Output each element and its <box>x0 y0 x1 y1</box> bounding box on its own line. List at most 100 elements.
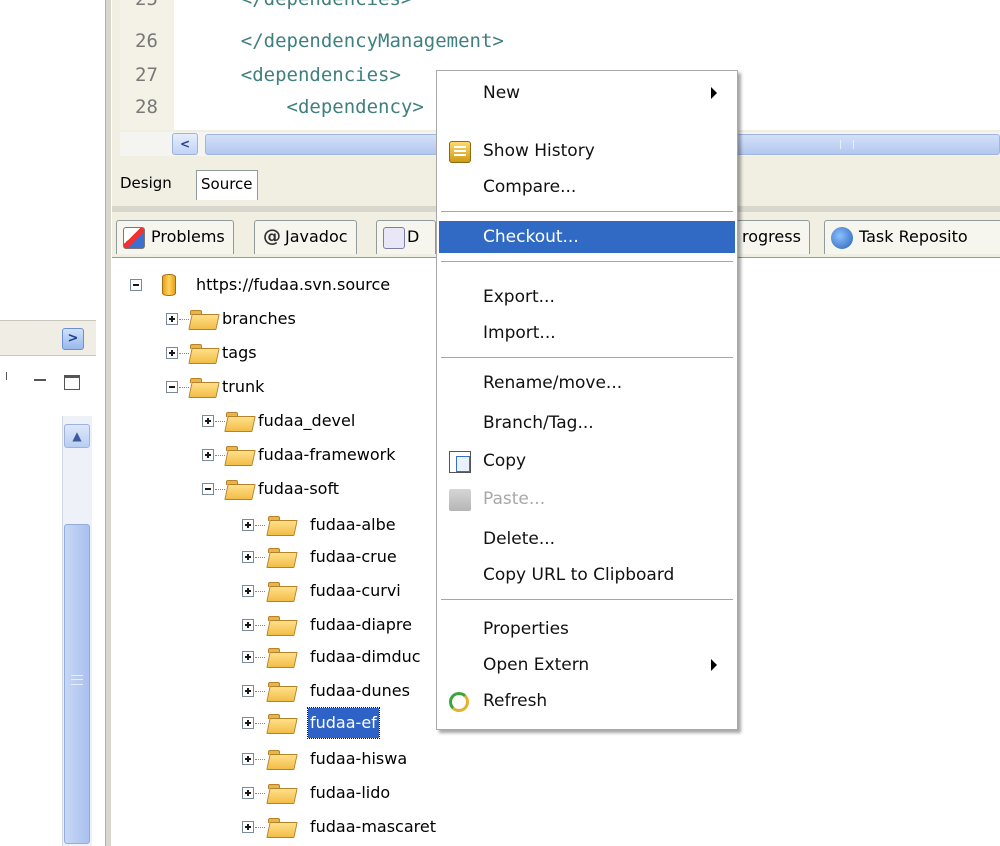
context-menu: New Show History Compare... Checkout... … <box>436 70 738 730</box>
tab-task-repositories[interactable]: Task Reposito <box>824 220 1000 254</box>
folder-icon <box>226 411 254 431</box>
tree-node-label: fudaa-diapre <box>310 615 412 634</box>
expand-icon[interactable] <box>166 313 178 325</box>
menu-item-open-extern[interactable]: Open Extern <box>439 649 735 681</box>
folder-icon <box>226 445 254 465</box>
menu-separator <box>441 211 733 213</box>
tree-node-label: fudaa-crue <box>310 547 397 566</box>
tree-connector <box>179 353 189 354</box>
expand-icon[interactable] <box>242 717 254 729</box>
tree-connector <box>179 387 189 388</box>
expand-icon[interactable] <box>242 821 254 833</box>
menu-item-new[interactable]: New <box>439 77 735 109</box>
tab-label: rogress <box>742 227 801 246</box>
expand-icon[interactable] <box>242 619 254 631</box>
menu-item-checkout[interactable]: Checkout... <box>439 221 735 253</box>
code-line[interactable]: 28 <dependency> <box>135 96 424 120</box>
expand-icon[interactable] <box>242 551 254 563</box>
expand-icon[interactable] <box>242 651 254 663</box>
collapse-icon[interactable] <box>130 279 142 291</box>
expand-icon[interactable] <box>242 585 254 597</box>
tab-problems[interactable]: Problems <box>116 220 234 254</box>
tab-declaration[interactable]: D <box>376 220 436 254</box>
menu-label: Properties <box>483 619 569 639</box>
collapse-icon[interactable] <box>166 381 178 393</box>
code-line[interactable]: 27 <dependencies> <box>135 64 401 88</box>
folder-icon <box>268 581 296 601</box>
left-panel-toolbar <box>0 364 96 404</box>
menu-item-refresh[interactable]: Refresh <box>439 685 735 717</box>
menu-label: Import... <box>483 323 556 343</box>
expand-icon[interactable] <box>202 415 214 427</box>
tree-connector <box>255 759 265 760</box>
expand-icon[interactable] <box>242 787 254 799</box>
code-line[interactable]: 25 </dependencies> <box>135 0 412 12</box>
folder-icon <box>268 713 296 733</box>
expand-right-icon[interactable]: > <box>62 328 84 350</box>
folder-icon <box>268 647 296 667</box>
paste-icon <box>449 489 471 511</box>
folder-icon <box>268 515 296 535</box>
menu-item-properties[interactable]: Properties <box>439 613 735 645</box>
tree-connector <box>255 525 265 526</box>
maximize-icon[interactable] <box>64 375 80 390</box>
tree-node-label: fudaa_devel <box>258 411 356 430</box>
menu-item-export[interactable]: Export... <box>439 281 735 313</box>
repository-icon <box>162 274 176 296</box>
menu-item-show-history[interactable]: Show History <box>439 135 735 167</box>
expand-icon[interactable] <box>202 449 214 461</box>
menu-label: Open Extern <box>483 655 590 675</box>
minimize-icon[interactable] <box>32 372 48 388</box>
scroll-up-icon[interactable]: ▲ <box>64 424 90 448</box>
menu-item-compare[interactable]: Compare... <box>439 171 735 203</box>
tab-progress[interactable]: rogress <box>738 220 810 254</box>
tab-label: Task Reposito <box>859 227 968 246</box>
collapse-icon[interactable] <box>202 483 214 495</box>
menu-label: Checkout... <box>483 227 579 247</box>
tab-label: Problems <box>151 227 225 246</box>
folder-icon <box>190 309 218 329</box>
folder-icon <box>226 479 254 499</box>
tree-connector <box>255 657 265 658</box>
tree-connector <box>255 793 265 794</box>
tab-design[interactable]: Design <box>116 170 176 198</box>
code-line[interactable]: 26 </dependencyManagement> <box>135 30 504 54</box>
menu-separator <box>441 261 733 263</box>
menu-label: Refresh <box>483 691 548 711</box>
tree-connector <box>255 691 265 692</box>
menu-separator <box>441 357 733 359</box>
expand-icon[interactable] <box>242 685 254 697</box>
menu-label: Compare... <box>483 177 577 197</box>
expand-icon[interactable] <box>242 753 254 765</box>
menu-item-import[interactable]: Import... <box>439 317 735 349</box>
tree-node-label: fudaa-framework <box>258 445 396 464</box>
panel-divider[interactable] <box>105 0 111 846</box>
expand-icon[interactable] <box>166 347 178 359</box>
scroll-left-icon[interactable]: < <box>172 133 198 155</box>
menu-separator <box>441 599 733 601</box>
tree-connector <box>255 723 265 724</box>
menu-label: Copy <box>483 451 527 471</box>
menu-label: Branch/Tag... <box>483 413 594 433</box>
menu-item-copy-url[interactable]: Copy URL to Clipboard <box>439 559 735 591</box>
tree-node-label: branches <box>222 309 296 328</box>
menu-label: Copy URL to Clipboard <box>483 565 675 585</box>
menu-item-delete[interactable]: Delete... <box>439 523 735 555</box>
scroll-grip-icon <box>840 140 854 149</box>
task-repository-icon <box>831 227 853 249</box>
menu-label: Show History <box>483 141 595 161</box>
menu-item-copy[interactable]: Copy <box>439 445 735 477</box>
tree-node-label: fudaa-dunes <box>310 681 410 700</box>
tab-label: D <box>407 227 420 246</box>
tree-node-label: fudaa-lido <box>310 783 391 802</box>
menu-item-branch-tag[interactable]: Branch/Tag... <box>439 407 735 439</box>
menu-label: Rename/move... <box>483 373 623 393</box>
tree-connector <box>179 319 189 320</box>
expand-icon[interactable] <box>242 519 254 531</box>
scroll-grip-icon <box>71 675 83 685</box>
tab-source[interactable]: Source <box>196 170 258 200</box>
view-menu-icon[interactable] <box>6 372 12 380</box>
menu-item-rename-move[interactable]: Rename/move... <box>439 367 735 399</box>
tree-node-label: trunk <box>222 377 265 396</box>
tab-javadoc[interactable]: @ Javadoc <box>254 220 357 254</box>
